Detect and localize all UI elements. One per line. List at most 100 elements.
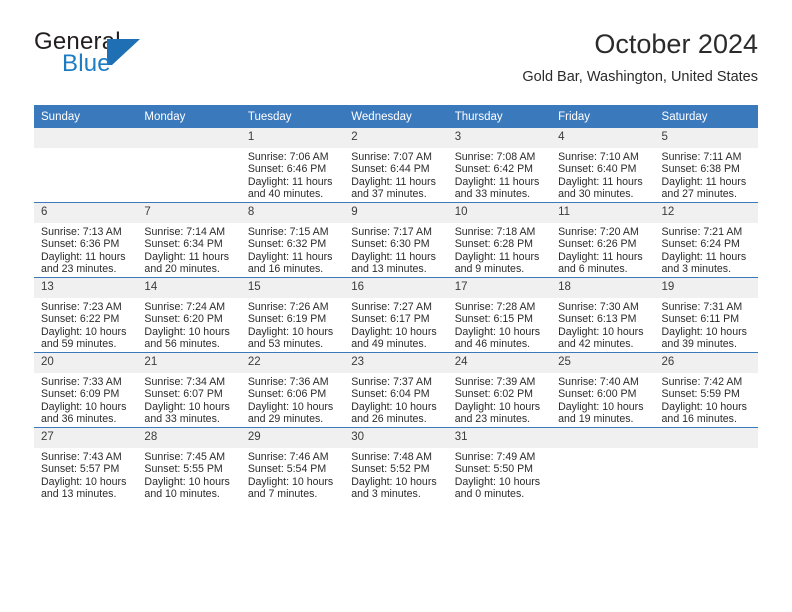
calendar-day-cell[interactable]: 23 Sunrise: 7:37 AM Sunset: 6:04 PM Dayligh… — [344, 352, 448, 428]
daylight-duration-line2: and 7 minutes. — [247, 488, 318, 501]
daylight-duration-line2: and 23 minutes. — [454, 413, 531, 426]
daylight-duration-line2: and 33 minutes. — [144, 413, 220, 426]
sunset-time: Sunset: 6:44 PM — [351, 163, 430, 176]
calendar-day-cell[interactable]: 31 Sunrise: 7:49 AM Sunset: 5:50 PM Dayligh… — [447, 427, 552, 502]
daylight-duration-line2: and 30 minutes. — [558, 188, 634, 201]
calendar-day-cell[interactable]: 3 Sunrise: 7:08 AM Sunset: 6:42 PM Daylight… — [447, 128, 552, 203]
day-details: Sunrise: 7:21 AM Sunset: 6:24 PM Daylight:… — [655, 223, 758, 276]
sunset-time: Sunset: 6:36 PM — [41, 238, 120, 251]
sunrise-time: Sunrise: 7:40 AM — [558, 376, 639, 388]
day-details: Sunrise: 7:37 AM Sunset: 6:04 PM Daylight:… — [344, 373, 447, 426]
calendar-day-cell[interactable]: 30 Sunrise: 7:48 AM Sunset: 5:52 PM Dayligh… — [344, 427, 448, 502]
calendar-day-cell[interactable]: 19 Sunrise: 7:31 AM Sunset: 6:11 PM Dayligh… — [654, 277, 758, 353]
calendar-day-cell[interactable]: 28 Sunrise: 7:45 AM Sunset: 5:55 PM Dayligh… — [137, 427, 241, 502]
daylight-duration-line2: and 3 minutes. — [351, 488, 421, 501]
brand-logo[interactable]: General Blue — [34, 28, 264, 84]
daylight-duration-line2: and 13 minutes. — [351, 263, 427, 276]
calendar-day-cell[interactable]: 18 Sunrise: 7:30 AM Sunset: 6:13 PM Dayligh… — [551, 277, 655, 353]
daylight-duration-line1: Daylight: 10 hours — [454, 325, 541, 338]
day-number — [654, 428, 758, 448]
daylight-duration-line1: Daylight: 10 hours — [661, 400, 747, 413]
day-number: 11 — [551, 203, 655, 223]
sunset-time: Sunset: 6:11 PM — [661, 313, 740, 326]
calendar-day-cell[interactable]: 11 Sunrise: 7:20 AM Sunset: 6:26 PM Dayligh… — [551, 202, 655, 278]
weekday-header-tuesday: Tuesday — [240, 105, 345, 128]
daylight-duration-line2: and 13 minutes. — [41, 488, 117, 501]
daylight-duration-line2: and 29 minutes. — [247, 413, 324, 426]
sunrise-time: Sunrise: 7:39 AM — [454, 376, 536, 388]
day-details: Sunrise: 7:07 AM Sunset: 6:44 PM Daylight:… — [344, 148, 447, 201]
daylight-duration-line2: and 49 minutes. — [351, 338, 427, 351]
calendar-day-cell[interactable]: 16 Sunrise: 7:27 AM Sunset: 6:17 PM Dayligh… — [344, 277, 448, 353]
sunset-time: Sunset: 6:07 PM — [144, 388, 223, 401]
calendar-day-cell[interactable]: 20 Sunrise: 7:33 AM Sunset: 6:09 PM Dayligh… — [34, 352, 138, 428]
calendar-day-cell[interactable]: 5 Sunrise: 7:11 AM Sunset: 6:38 PM Daylight… — [654, 128, 758, 203]
calendar-week-row: 13 Sunrise: 7:23 AM Sunset: 6:22 PM Dayligh… — [34, 277, 758, 353]
sunrise-time: Sunrise: 7:42 AM — [661, 376, 743, 388]
day-number: 9 — [344, 203, 448, 223]
calendar-day-cell[interactable]: 25 Sunrise: 7:40 AM Sunset: 6:00 PM Dayligh… — [551, 352, 655, 428]
calendar-day-cell[interactable]: 14 Sunrise: 7:24 AM Sunset: 6:20 PM Dayligh… — [137, 277, 241, 353]
day-number: 2 — [344, 128, 448, 148]
sunrise-time: Sunrise: 7:11 AM — [661, 151, 742, 163]
day-number: 23 — [344, 353, 448, 373]
calendar-day-cell[interactable]: 10 Sunrise: 7:18 AM Sunset: 6:28 PM Dayligh… — [447, 202, 552, 278]
weekday-header-sunday: Sunday — [34, 105, 138, 128]
daylight-duration-line2: and 9 minutes. — [454, 263, 525, 276]
calendar-day-cell[interactable]: 2 Sunrise: 7:07 AM Sunset: 6:44 PM Daylight… — [344, 128, 448, 203]
day-details: Sunrise: 7:11 AM Sunset: 6:38 PM Daylight:… — [655, 148, 758, 201]
calendar-day-cell[interactable]: 21 Sunrise: 7:34 AM Sunset: 6:07 PM Dayligh… — [137, 352, 241, 428]
daylight-duration-line1: Daylight: 10 hours — [247, 400, 334, 413]
sunset-time: Sunset: 6:24 PM — [661, 238, 740, 251]
calendar-day-cell[interactable]: 26 Sunrise: 7:42 AM Sunset: 5:59 PM Dayligh… — [654, 352, 758, 428]
calendar-day-cell[interactable]: 27 Sunrise: 7:43 AM Sunset: 5:57 PM Dayligh… — [34, 427, 138, 502]
calendar-day-cell[interactable]: 22 Sunrise: 7:36 AM Sunset: 6:06 PM Dayligh… — [240, 352, 345, 428]
calendar-day-cell[interactable]: 15 Sunrise: 7:26 AM Sunset: 6:19 PM Dayligh… — [240, 277, 345, 353]
sunrise-time: Sunrise: 7:26 AM — [247, 301, 329, 313]
daylight-duration-line1: Daylight: 10 hours — [558, 325, 644, 338]
daylight-duration-line1: Daylight: 11 hours — [661, 250, 747, 263]
daylight-duration-line2: and 16 minutes. — [661, 413, 737, 426]
daylight-duration-line2: and 10 minutes. — [144, 488, 220, 501]
day-details: Sunrise: 7:46 AM Sunset: 5:54 PM Daylight:… — [241, 448, 344, 501]
daylight-duration-line2: and 6 minutes. — [558, 263, 628, 276]
daylight-duration-line1: Daylight: 11 hours — [558, 175, 643, 188]
day-details: Sunrise: 7:08 AM Sunset: 6:42 PM Daylight:… — [448, 148, 551, 201]
sunset-time: Sunset: 5:54 PM — [247, 463, 327, 476]
daylight-duration-line2: and 23 minutes. — [41, 263, 117, 276]
calendar-day-cell[interactable]: 29 Sunrise: 7:46 AM Sunset: 5:54 PM Dayligh… — [240, 427, 345, 502]
day-details: Sunrise: 7:06 AM Sunset: 6:46 PM Daylight:… — [241, 148, 344, 201]
daylight-duration-line1: Daylight: 11 hours — [454, 175, 540, 188]
calendar-day-cell[interactable]: 8 Sunrise: 7:15 AM Sunset: 6:32 PM Daylight… — [240, 202, 345, 278]
day-details: Sunrise: 7:17 AM Sunset: 6:30 PM Daylight:… — [344, 223, 447, 276]
calendar-day-cell[interactable]: 17 Sunrise: 7:28 AM Sunset: 6:15 PM Dayligh… — [447, 277, 552, 353]
day-number — [551, 428, 655, 448]
sunset-time: Sunset: 6:06 PM — [247, 388, 327, 401]
calendar-day-cell-empty — [551, 427, 655, 502]
daylight-duration-line2: and 3 minutes. — [661, 263, 732, 276]
daylight-duration-line1: Daylight: 10 hours — [144, 400, 230, 413]
sunset-time: Sunset: 6:13 PM — [558, 313, 637, 326]
calendar-day-cell[interactable]: 7 Sunrise: 7:14 AM Sunset: 6:34 PM Daylight… — [137, 202, 241, 278]
calendar-day-cell[interactable]: 24 Sunrise: 7:39 AM Sunset: 6:02 PM Dayligh… — [447, 352, 552, 428]
weekday-header-monday: Monday — [137, 105, 241, 128]
calendar-day-cell[interactable]: 9 Sunrise: 7:17 AM Sunset: 6:30 PM Daylight… — [344, 202, 448, 278]
page-title: October 2024 — [594, 29, 758, 59]
calendar-day-cell-empty — [137, 128, 241, 203]
day-number: 25 — [551, 353, 655, 373]
daylight-duration-line1: Daylight: 10 hours — [351, 400, 437, 413]
sunrise-time: Sunrise: 7:45 AM — [144, 451, 226, 463]
sunrise-time: Sunrise: 7:13 AM — [41, 226, 122, 238]
day-number: 5 — [654, 128, 758, 148]
calendar-day-cell[interactable]: 1 Sunrise: 7:06 AM Sunset: 6:46 PM Daylight… — [240, 128, 345, 203]
sunset-time: Sunset: 6:46 PM — [247, 163, 327, 176]
day-number: 30 — [344, 428, 448, 448]
calendar-day-cell[interactable]: 12 Sunrise: 7:21 AM Sunset: 6:24 PM Dayligh… — [654, 202, 758, 278]
daylight-duration-line2: and 26 minutes. — [351, 413, 427, 426]
calendar-day-cell[interactable]: 4 Sunrise: 7:10 AM Sunset: 6:40 PM Daylight… — [551, 128, 655, 203]
day-number: 29 — [240, 428, 345, 448]
calendar-day-cell[interactable]: 6 Sunrise: 7:13 AM Sunset: 6:36 PM Daylight… — [34, 202, 138, 278]
logo-triangle-icon — [112, 39, 140, 65]
calendar-day-cell[interactable]: 13 Sunrise: 7:23 AM Sunset: 6:22 PM Dayligh… — [34, 277, 138, 353]
day-number: 1 — [240, 128, 345, 148]
